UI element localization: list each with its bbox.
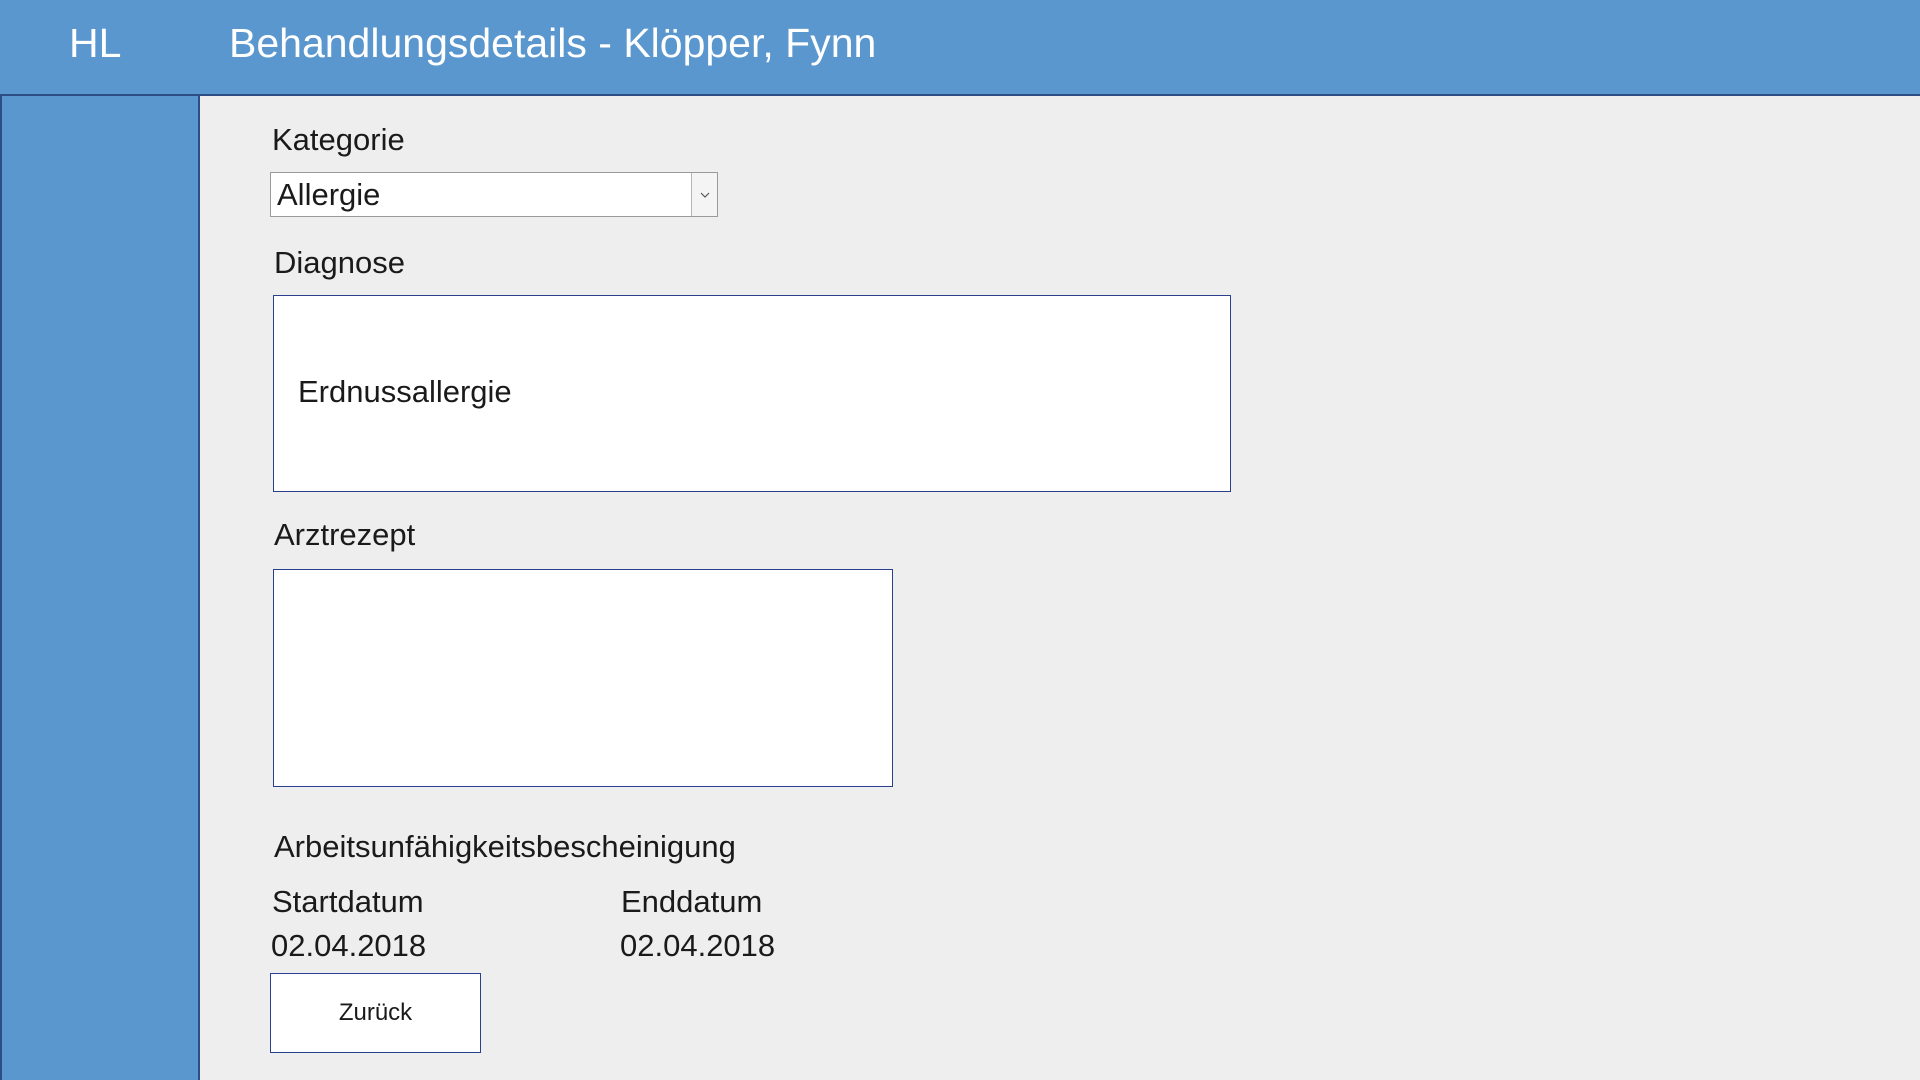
app-abbreviation: HL — [69, 20, 122, 66]
back-button[interactable]: Zurück — [270, 973, 481, 1053]
arztrezept-field[interactable] — [273, 569, 893, 787]
page-title: Behandlungsdetails - Klöpper, Fynn — [229, 20, 877, 66]
kategorie-label: Kategorie — [272, 122, 405, 157]
au-heading: Arbeitsunfähigkeitsbescheinigung — [274, 829, 736, 864]
startdatum-label: Startdatum — [272, 884, 424, 919]
dropdown-toggle[interactable] — [691, 173, 717, 216]
kategorie-select[interactable]: Allergie — [270, 172, 718, 217]
startdatum-value: 02.04.2018 — [271, 928, 427, 963]
arztrezept-label: Arztrezept — [274, 517, 416, 552]
title-bar: HL Behandlungsdetails - Klöpper, Fynn — [0, 0, 1920, 96]
diagnose-label: Diagnose — [274, 245, 405, 280]
kategorie-selected-value: Allergie — [277, 177, 381, 212]
chevron-down-icon — [700, 192, 709, 198]
sidebar — [0, 96, 200, 1080]
diagnose-field[interactable]: Erdnussallergie — [273, 295, 1231, 492]
enddatum-label: Enddatum — [621, 884, 763, 919]
enddatum-value: 02.04.2018 — [620, 928, 776, 963]
diagnose-value: Erdnussallergie — [298, 374, 512, 409]
